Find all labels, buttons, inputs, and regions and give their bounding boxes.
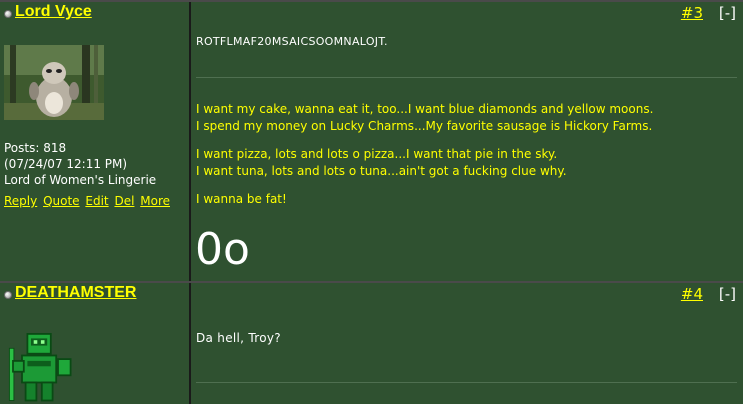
signature-emoticon: 0o (195, 224, 250, 275)
collapse-toggle[interactable]: [-] (719, 285, 736, 303)
post-count: Posts: 818 (4, 141, 67, 155)
status-dot-icon (4, 10, 12, 18)
edit-link[interactable]: Edit (85, 194, 108, 208)
post-body: Da hell, Troy? (196, 331, 281, 345)
author-meta: Posts: 818 (07/24/07 12:11 PM) Lord of W… (4, 140, 156, 188)
join-date: (07/24/07 12:11 PM) (4, 157, 128, 171)
post-number-link[interactable]: #3 (681, 4, 703, 22)
username-link[interactable]: Lord Vyce (15, 3, 92, 21)
signature-line: I want my cake, wanna eat it, too...I wa… (196, 102, 654, 116)
collapse-toggle[interactable]: [-] (719, 4, 736, 22)
more-link[interactable]: More (140, 194, 170, 208)
post-body: ROTFLMAF20MSAICSOOMNALOJT. (196, 35, 388, 48)
forum-post: DEATHAMSTER #4 [-] Da hell, Troy? (0, 281, 743, 404)
signature-line: I wanna be fat! (196, 192, 287, 206)
post-content: #4 [-] Da hell, Troy? (191, 283, 743, 404)
forum-thread: Lord Vyce Posts: 818 (07/24/07 12:11 PM) (0, 0, 743, 404)
post-author-panel: Lord Vyce Posts: 818 (07/24/07 12:11 PM) (0, 2, 191, 281)
signature-line: I spend my money on Lucky Charms...My fa… (196, 119, 653, 133)
post-number-link[interactable]: #4 (681, 285, 703, 303)
post-actions: Reply Quote Edit Del More (4, 194, 172, 208)
delete-link[interactable]: Del (114, 194, 134, 208)
signature: I want my cake, wanna eat it, too...I wa… (196, 101, 653, 219)
signature-line: I want pizza, lots and lots o pizza...I … (196, 147, 558, 161)
user-title: Lord of Women's Lingerie (4, 173, 157, 187)
signature-divider (196, 77, 737, 78)
post-author-panel: DEATHAMSTER (0, 283, 191, 404)
quote-link[interactable]: Quote (43, 194, 79, 208)
avatar (4, 45, 104, 120)
username-link[interactable]: DEATHAMSTER (15, 284, 136, 302)
status-dot-icon (4, 291, 12, 299)
reply-link[interactable]: Reply (4, 194, 37, 208)
signature-divider (196, 382, 737, 383)
post-content: #3 [-] ROTFLMAF20MSAICSOOMNALOJT. I want… (191, 2, 743, 281)
avatar (8, 333, 72, 402)
signature-line: I want tuna, lots and lots o tuna...ain'… (196, 164, 567, 178)
forum-post: Lord Vyce Posts: 818 (07/24/07 12:11 PM) (0, 0, 743, 281)
